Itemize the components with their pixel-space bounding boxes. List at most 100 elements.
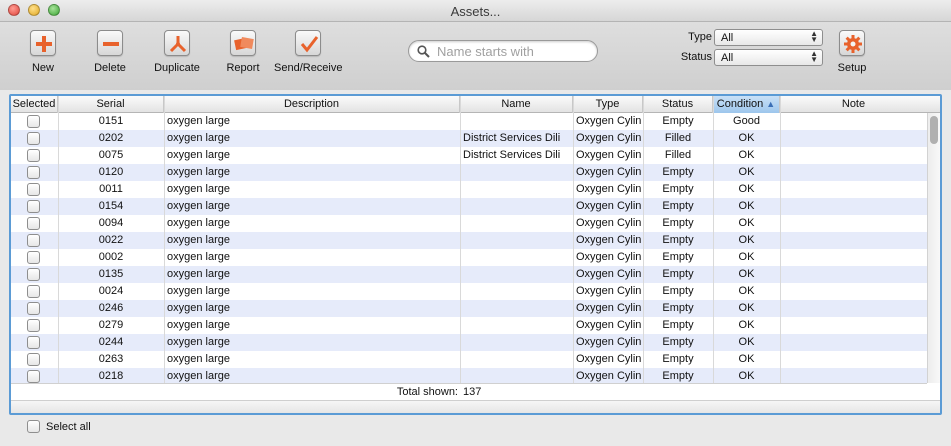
cell-name — [463, 300, 571, 317]
cell-condition: OK — [738, 183, 755, 195]
column-divider — [164, 96, 165, 399]
table-row[interactable]: 0279 oxygen large Oxygen Cylin Empty OK — [11, 317, 927, 334]
cell-name — [463, 198, 571, 215]
cell-note — [783, 300, 923, 317]
row-select-checkbox[interactable] — [27, 183, 40, 196]
vertical-scrollbar-thumb[interactable] — [930, 116, 938, 144]
row-select-checkbox[interactable] — [27, 268, 40, 281]
delete-button-label: Delete — [94, 62, 126, 74]
delete-button[interactable]: Delete — [94, 30, 126, 74]
cell-note — [783, 232, 923, 249]
cell-note — [783, 113, 923, 130]
cell-serial: 0246 — [98, 302, 124, 314]
row-select-checkbox[interactable] — [27, 302, 40, 315]
cell-description: oxygen large — [167, 166, 230, 178]
table-row[interactable]: 0011 oxygen large Oxygen Cylin Empty OK — [11, 181, 927, 198]
column-header-description[interactable]: Description — [164, 96, 460, 113]
search-field[interactable] — [408, 40, 598, 62]
table-row[interactable]: 0154 oxygen large Oxygen Cylin Empty OK — [11, 198, 927, 215]
duplicate-button[interactable]: Duplicate — [152, 30, 202, 74]
table-row[interactable]: 0002 oxygen large Oxygen Cylin Empty OK — [11, 249, 927, 266]
row-select-checkbox[interactable] — [27, 132, 40, 145]
cell-status: Empty — [662, 285, 694, 297]
type-select[interactable]: All ▲ ▼ — [714, 29, 823, 46]
cell-condition: OK — [738, 268, 755, 280]
table-row[interactable]: 0120 oxygen large Oxygen Cylin Empty OK — [11, 164, 927, 181]
select-all-box[interactable] — [27, 420, 40, 433]
table-row[interactable]: 0246 oxygen large Oxygen Cylin Empty OK — [11, 300, 927, 317]
cell-type: Oxygen Cylin — [576, 234, 642, 246]
cell-name — [463, 334, 571, 351]
column-header-name[interactable]: Name — [460, 96, 573, 113]
cell-serial: 0075 — [98, 149, 124, 161]
report-button-label: Report — [226, 62, 260, 74]
column-header-serial[interactable]: Serial — [58, 96, 164, 113]
new-button[interactable]: New — [28, 30, 58, 74]
table-row[interactable]: 0244 oxygen large Oxygen Cylin Empty OK — [11, 334, 927, 351]
send-receive-button-label: Send/Receive — [274, 62, 343, 74]
cell-serial: 0263 — [98, 353, 124, 365]
row-select-checkbox[interactable] — [27, 251, 40, 264]
search-input[interactable] — [435, 43, 593, 59]
cell-status: Empty — [662, 336, 694, 348]
horizontal-scrollbar[interactable] — [11, 400, 940, 413]
assets-table[interactable]: Selected Serial Description Name Type St… — [9, 94, 942, 415]
cell-condition: OK — [738, 336, 755, 348]
cell-type: Oxygen Cylin — [576, 251, 642, 263]
row-select-checkbox[interactable] — [27, 200, 40, 213]
cell-type: Oxygen Cylin — [576, 166, 642, 178]
row-select-checkbox[interactable] — [27, 370, 40, 383]
checkmark-icon — [295, 30, 321, 56]
cell-condition: Good — [733, 115, 760, 127]
row-select-checkbox[interactable] — [27, 149, 40, 162]
status-select[interactable]: All ▲ ▼ — [714, 49, 823, 66]
row-select-checkbox[interactable] — [27, 166, 40, 179]
vertical-scrollbar[interactable] — [927, 113, 940, 383]
row-select-checkbox[interactable] — [27, 319, 40, 332]
column-divider — [713, 96, 714, 399]
cell-description: oxygen large — [167, 268, 230, 280]
search-icon — [417, 45, 430, 61]
column-header-note[interactable]: Note — [780, 96, 927, 113]
minus-icon — [97, 30, 123, 56]
column-header-condition[interactable]: Condition ▲ — [713, 96, 780, 113]
cell-serial: 0002 — [98, 251, 124, 263]
row-select-checkbox[interactable] — [27, 234, 40, 247]
row-select-checkbox[interactable] — [27, 285, 40, 298]
column-divider — [58, 96, 59, 399]
cell-status: Empty — [662, 251, 694, 263]
cell-serial: 0244 — [98, 336, 124, 348]
send-receive-button[interactable]: Send/Receive — [274, 30, 343, 74]
row-select-checkbox[interactable] — [27, 336, 40, 349]
updown-arrows-icon: ▲ ▼ — [810, 29, 818, 44]
cell-note — [783, 317, 923, 334]
report-button[interactable]: Report — [224, 30, 262, 74]
cell-description: oxygen large — [167, 183, 230, 195]
cell-name — [463, 232, 571, 249]
table-row[interactable]: 0202 oxygen large District Services Dili Ox… — [11, 130, 927, 147]
cell-status: Empty — [662, 302, 694, 314]
cell-name — [463, 283, 571, 300]
setup-button[interactable]: Setup — [836, 30, 868, 74]
row-select-checkbox[interactable] — [27, 217, 40, 230]
table-row[interactable]: 0263 oxygen large Oxygen Cylin Empty OK — [11, 351, 927, 368]
column-header-status[interactable]: Status — [643, 96, 713, 113]
table-row[interactable]: 0151 oxygen large Oxygen Cylin Empty Good — [11, 113, 927, 130]
cell-type: Oxygen Cylin — [576, 336, 642, 348]
table-row[interactable]: 0218 oxygen large Oxygen Cylin Empty OK — [11, 368, 927, 383]
table-row[interactable]: 0094 oxygen large Oxygen Cylin Empty OK — [11, 215, 927, 232]
column-header-condition-label: Condition — [716, 98, 764, 110]
row-select-checkbox[interactable] — [27, 353, 40, 366]
table-row[interactable]: 0135 oxygen large Oxygen Cylin Empty OK — [11, 266, 927, 283]
table-row[interactable]: 0022 oxygen large Oxygen Cylin Empty OK — [11, 232, 927, 249]
cell-note — [783, 181, 923, 198]
report-icon — [230, 30, 256, 56]
column-header-type[interactable]: Type — [573, 96, 643, 113]
cell-serial: 0135 — [98, 268, 124, 280]
row-select-checkbox[interactable] — [27, 115, 40, 128]
cell-status: Empty — [662, 319, 694, 331]
cell-description: oxygen large — [167, 149, 230, 161]
table-row[interactable]: 0075 oxygen large District Services Dili Ox… — [11, 147, 927, 164]
table-row[interactable]: 0024 oxygen large Oxygen Cylin Empty OK — [11, 283, 927, 300]
column-header-selected[interactable]: Selected — [11, 96, 58, 113]
